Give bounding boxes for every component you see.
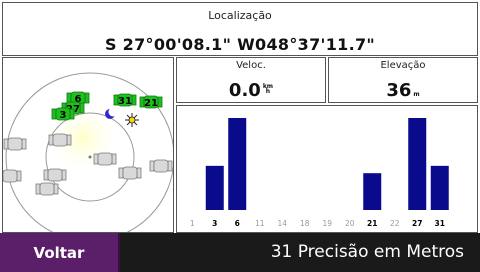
satellite-icon bbox=[48, 133, 72, 147]
speed-value: 0.0 bbox=[228, 80, 261, 101]
elevation-label: Elevação bbox=[380, 60, 426, 71]
satellite-icon bbox=[3, 137, 27, 151]
signal-bar-label-18: 18 bbox=[300, 219, 310, 228]
speed-value-row: 0.0 km h bbox=[177, 80, 325, 101]
speed-unit: km h bbox=[263, 84, 273, 95]
signal-bar-label-22: 22 bbox=[390, 219, 400, 228]
signal-bar-21 bbox=[363, 173, 382, 210]
location-label: Localização bbox=[208, 9, 272, 22]
back-button[interactable]: Voltar bbox=[0, 233, 120, 272]
satellite-icon bbox=[3, 169, 22, 183]
signal-bar-label-20: 20 bbox=[345, 219, 355, 228]
satellite-prn: 3 bbox=[60, 110, 67, 121]
satellite-icon bbox=[149, 159, 173, 173]
signal-bar-31 bbox=[430, 165, 449, 210]
sky-plot: 62733121 bbox=[3, 72, 173, 232]
speed-label: Veloc. bbox=[236, 60, 266, 71]
signal-strength-chart: 1 3 6 11 14 18 19 20 21 22 27 31 bbox=[190, 118, 449, 228]
signal-bar-label-14: 14 bbox=[277, 219, 287, 228]
signal-bar-label-27: 27 bbox=[412, 219, 422, 228]
signal-strength-panel: 1 3 6 11 14 18 19 20 21 22 27 31 bbox=[176, 105, 478, 233]
signal-bar-label-31: 31 bbox=[435, 219, 445, 228]
signal-bar-label-19: 19 bbox=[322, 219, 332, 228]
signal-bar-label-6: 6 bbox=[235, 219, 240, 228]
elevation-value: 36 bbox=[386, 80, 412, 101]
satellite-icon: 3 bbox=[51, 107, 75, 121]
signal-bar-label-1: 1 bbox=[190, 219, 195, 228]
signal-bar-label-21: 21 bbox=[367, 219, 377, 228]
signal-bar-27 bbox=[408, 118, 427, 210]
speed-unit-bottom: h bbox=[265, 88, 271, 95]
satellite-sky-view: 62733121 bbox=[2, 57, 174, 233]
precision-text: 31 Precisão em Metros bbox=[270, 242, 464, 262]
bottom-bar: Voltar 31 Precisão em Metros bbox=[0, 233, 480, 272]
elevation-panel: Elevação 36 m bbox=[328, 57, 478, 103]
signal-bar-label-3: 3 bbox=[212, 219, 217, 228]
satellite-prn: 31 bbox=[118, 96, 132, 107]
satellite-icon bbox=[93, 152, 117, 166]
signal-bar-6 bbox=[228, 118, 247, 210]
satellite-icon bbox=[118, 166, 142, 180]
sun-icon bbox=[125, 113, 139, 127]
satellite-icon: 31 bbox=[113, 93, 137, 107]
location-coordinates: S 27°00'08.1" W048°37'11.7" bbox=[104, 35, 376, 54]
speed-panel: Veloc. 0.0 km h bbox=[176, 57, 326, 103]
elevation-unit: m bbox=[413, 91, 420, 98]
elevation-value-row: 36 m bbox=[329, 80, 477, 101]
satellite-icon: 21 bbox=[139, 95, 163, 109]
location-panel: Localização S 27°00'08.1" W048°37'11.7" bbox=[2, 2, 478, 56]
satellite-icon bbox=[35, 182, 59, 196]
satellite-icon bbox=[43, 168, 67, 182]
signal-bar-label-11: 11 bbox=[255, 219, 265, 228]
zenith-dot bbox=[88, 155, 92, 159]
signal-bar-3 bbox=[205, 165, 224, 210]
satellite-prn: 21 bbox=[144, 98, 158, 109]
